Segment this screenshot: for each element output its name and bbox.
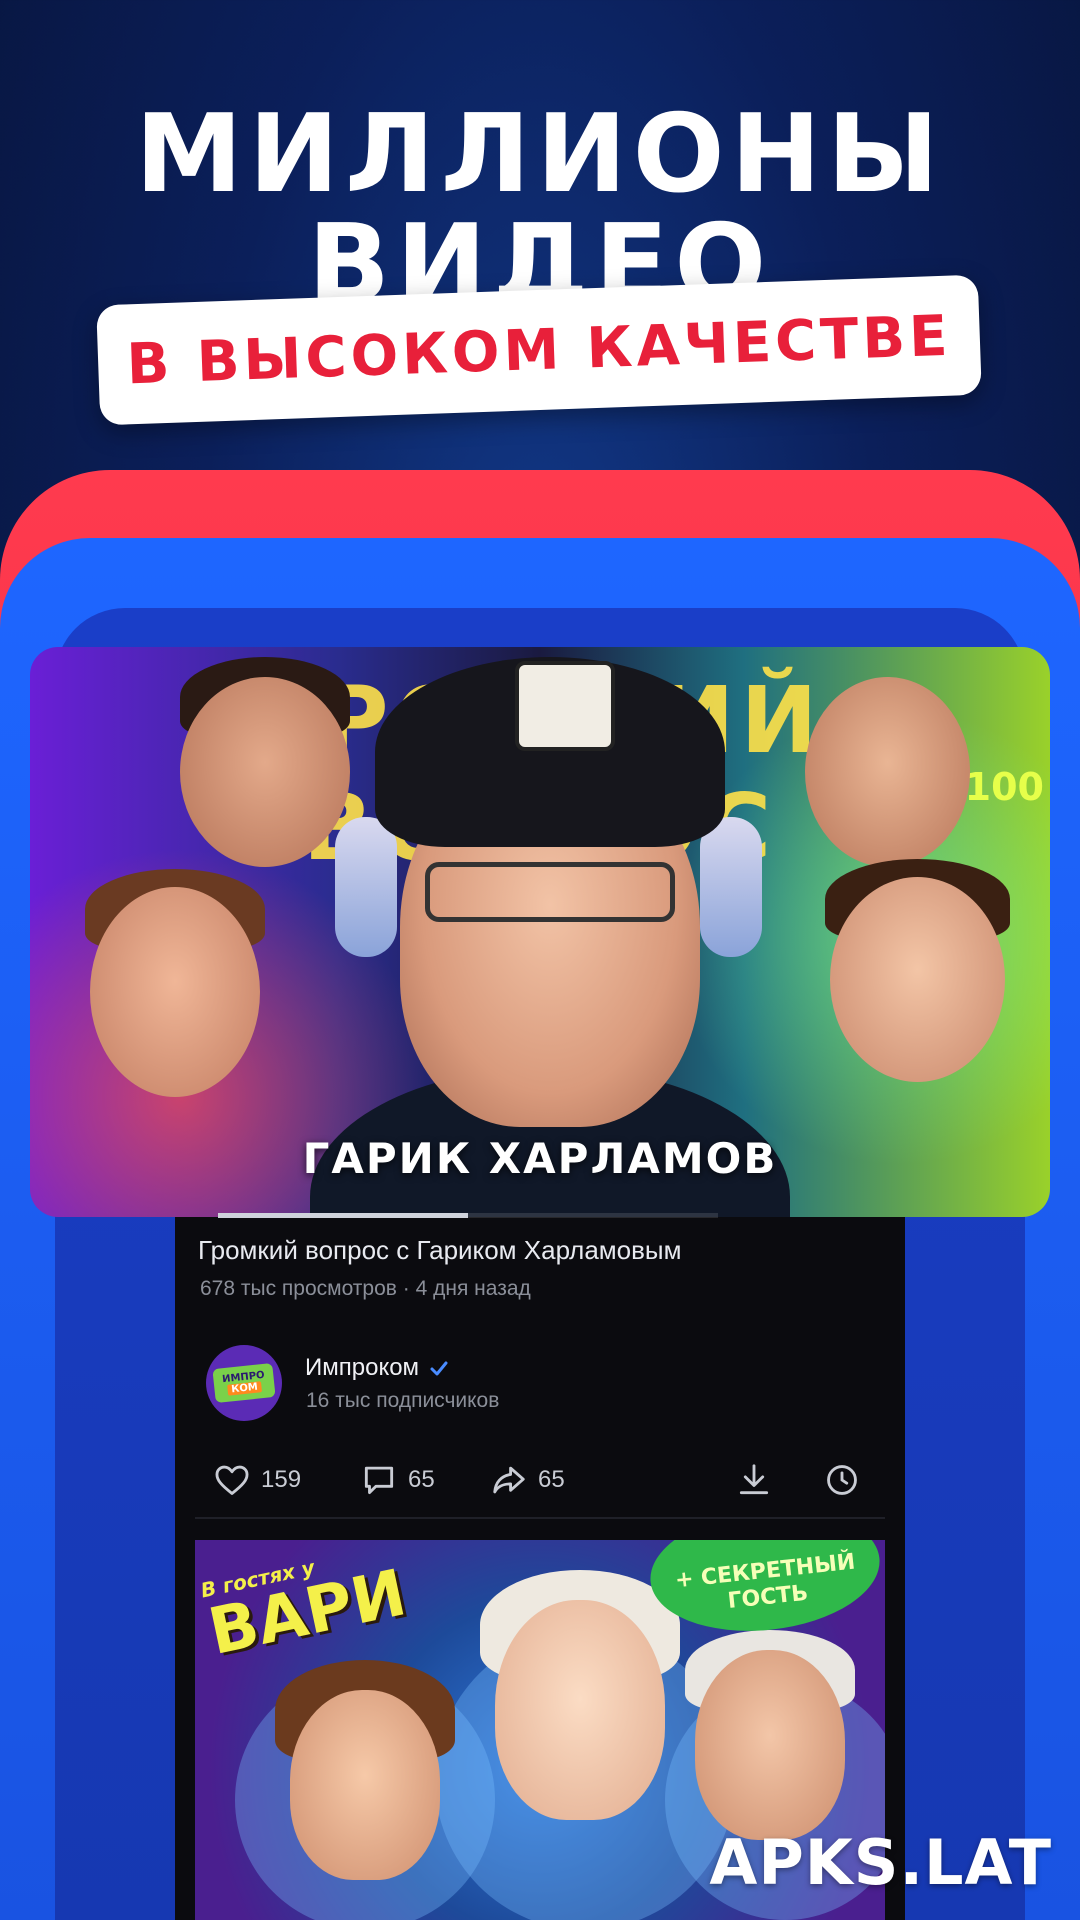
thumbnail-caption: ГАРИК ХАРЛАМОВ — [302, 1134, 778, 1183]
channel-logo: ИМПРО КОМ — [212, 1362, 276, 1404]
host-glasses — [425, 862, 675, 922]
headline-line-1: МИЛЛИОНЫ — [135, 92, 945, 217]
comment-button[interactable]: 65 — [360, 1458, 435, 1502]
heart-icon — [215, 1465, 249, 1495]
secret-guest-text: + СЕКРЕТНЫЙ ГОСТЬ — [673, 1549, 857, 1614]
guest-face-center — [495, 1600, 665, 1820]
cap-patch — [515, 661, 615, 751]
guest-face-right — [695, 1650, 845, 1840]
watch-later-button[interactable] — [823, 1458, 861, 1502]
guest-face-bottom-left — [90, 887, 260, 1097]
video-title[interactable]: Громкий вопрос с Гариком Харламовым — [198, 1235, 878, 1266]
guest-face-top-left — [180, 677, 350, 867]
divider — [195, 1517, 885, 1519]
like-count: 159 — [261, 1466, 302, 1493]
video-meta: 678 тыс просмотров · 4 дня назад — [200, 1277, 531, 1300]
secret-guest-badge: + СЕКРЕТНЫЙ ГОСТЬ — [644, 1540, 885, 1642]
share-icon — [493, 1466, 525, 1494]
headphones-icon — [335, 817, 397, 957]
headphones-icon — [700, 817, 762, 957]
channel-subscribers: 16 тыс подписчиков — [306, 1389, 500, 1412]
subheadline-text: В ВЫСОКОМ КАЧЕСТВЕ — [125, 303, 953, 397]
video-actions-bar: 159 65 65 — [213, 1458, 873, 1502]
channel-logo-bottom: КОМ — [226, 1381, 263, 1396]
clock-icon — [827, 1465, 857, 1495]
playback-progress-bar[interactable] — [218, 1213, 718, 1218]
like-button[interactable]: 159 — [213, 1458, 301, 1502]
guest-face-bottom-right — [830, 877, 1005, 1082]
comment-icon — [364, 1466, 394, 1495]
comment-count: 65 — [408, 1466, 435, 1493]
featured-video-thumbnail[interactable]: ГРОМКИЙ ВОПРОС ₽100 ГАРИК ХАРЛАМОВ — [30, 647, 1050, 1217]
channel-avatar[interactable]: ИМПРО КОМ — [206, 1345, 282, 1421]
guest-face-left — [290, 1690, 440, 1880]
site-watermark: APKS.LAT — [709, 1826, 1052, 1899]
download-icon — [739, 1464, 769, 1495]
guest-face-top-right — [805, 677, 970, 867]
playback-progress-fill — [218, 1213, 468, 1218]
channel-name: Импроком — [305, 1354, 420, 1381]
verified-icon — [430, 1361, 448, 1376]
share-button[interactable]: 65 — [490, 1458, 565, 1502]
channel-name-row[interactable]: Импроком — [305, 1354, 449, 1382]
download-button[interactable] — [735, 1458, 773, 1502]
share-count: 65 — [538, 1466, 565, 1493]
